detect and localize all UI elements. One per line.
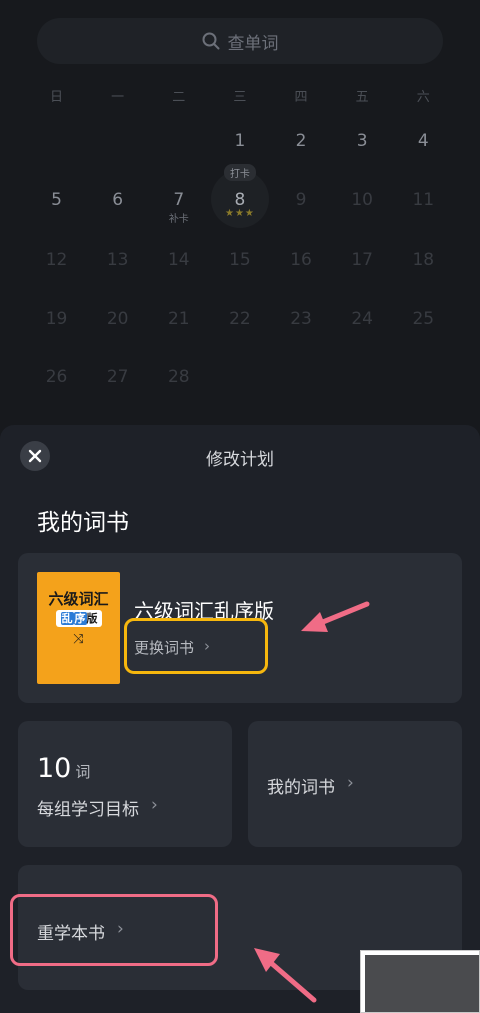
arrow-pointer-icon — [254, 601, 370, 1003]
thumbnail-preview — [365, 955, 479, 1012]
picture-in-picture-thumbnail[interactable] — [360, 950, 480, 1013]
